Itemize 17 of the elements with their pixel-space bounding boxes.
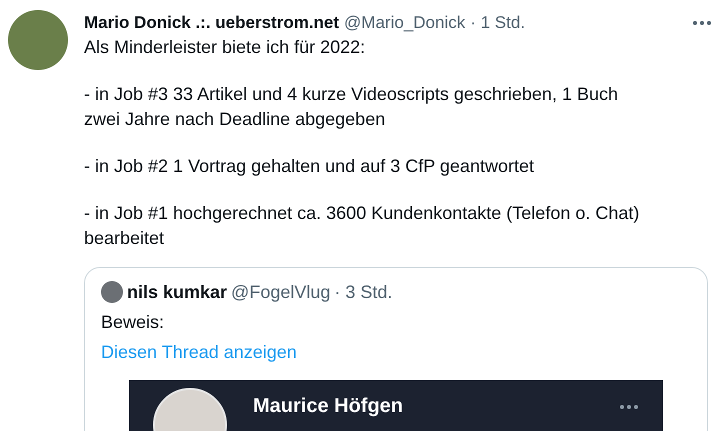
tweet-text: Beweis: [101,311,166,334]
author-name: nils kumkar [127,281,228,304]
timestamp[interactable]: · 1 Std. [470,11,526,35]
tweet-text: - in Job #3 33 Artikel und 4 kurze Videoscripts geschrieben, 1 Buch zwei Jahre nach Deadline abgegeben [84,83,619,131]
tweet-text: - in Job #2 1 Vortrag gehalten und auf 3 CfP geantwortet [84,155,535,178]
more-icon[interactable] [619,404,639,410]
author-handle[interactable]: @Mario_Donick [344,11,466,35]
more-icon[interactable] [692,20,712,26]
tweet-text: Als Minderleister biete ich für 2022: [84,36,366,59]
tweet-text: - in Job #1 hochgerechnet ca. 3600 Kundenkontakte (Telefon o. Chat) bearbeitet [84,202,640,250]
quoted-tweet-card[interactable]: nils kumkar @FogelVlug · 3 Std. Beweis: Diesen Thread anzeigen Maurice Höfgen [84,267,708,431]
author-name[interactable]: Mario Donick .:. ueberstrom.net [84,11,340,35]
embedded-screenshot[interactable]: Maurice Höfgen [129,380,663,431]
avatar[interactable] [101,281,123,303]
author-handle: @FogelVlug [231,281,330,304]
profile-name: Maurice Höfgen [253,394,404,418]
timestamp: · 3 Std. [334,281,392,304]
